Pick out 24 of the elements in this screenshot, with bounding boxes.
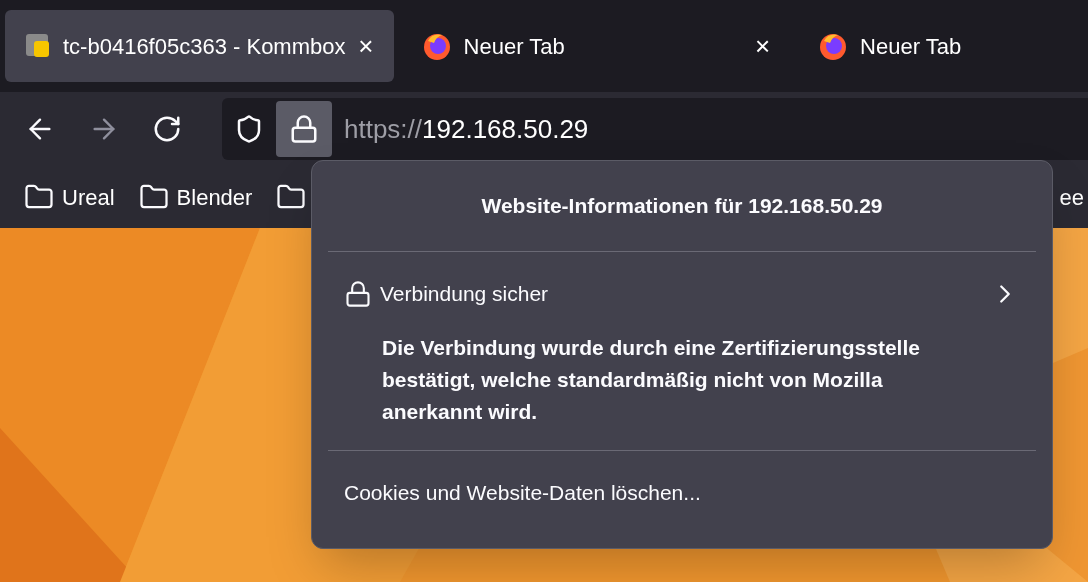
close-icon[interactable]: ×: [754, 33, 771, 59]
browser-tab[interactable]: tc-b0416f05c363 - Kommbox ×: [5, 10, 394, 82]
bookmark-label[interactable]: ee: [1059, 180, 1084, 214]
popup-title: Website-Informationen für 192.168.50.29: [481, 193, 883, 220]
lock-icon: [289, 114, 319, 144]
reload-icon[interactable]: [152, 114, 182, 144]
browser-tab[interactable]: Neuer Tab: [798, 10, 1083, 82]
tab-title: Neuer Tab: [860, 32, 963, 61]
lock-button[interactable]: [276, 101, 332, 157]
clear-cookies-item[interactable]: Cookies und Website-Daten löschen...: [328, 467, 1036, 519]
connection-row[interactable]: Verbindung sicher: [328, 268, 1036, 320]
url-text: https://192.168.50.29: [344, 112, 589, 146]
browser-logo-icon: [421, 31, 452, 61]
site-logo-icon: [25, 33, 51, 59]
tab-title: Neuer Tab: [463, 32, 566, 61]
connection-message: Die Verbindung wurde durch eine Zertifizierungsstelle bestätigt, welche standardmäßig nicht von Mozilla anerkannt wird.: [382, 335, 921, 425]
lock-icon: [344, 280, 372, 308]
address-bar[interactable]: https://192.168.50.29: [222, 98, 1088, 160]
bookmark-folder[interactable]: Blender: [138, 180, 253, 214]
close-icon[interactable]: ×: [358, 33, 374, 59]
tab-title: tc-b0416f05c363 - Kommbox: [63, 32, 347, 61]
browser-logo-icon: [818, 31, 849, 61]
bookmark-folder[interactable]: Ureal: [24, 180, 115, 214]
browser-tab[interactable]: Neuer Tab ×: [401, 10, 791, 82]
